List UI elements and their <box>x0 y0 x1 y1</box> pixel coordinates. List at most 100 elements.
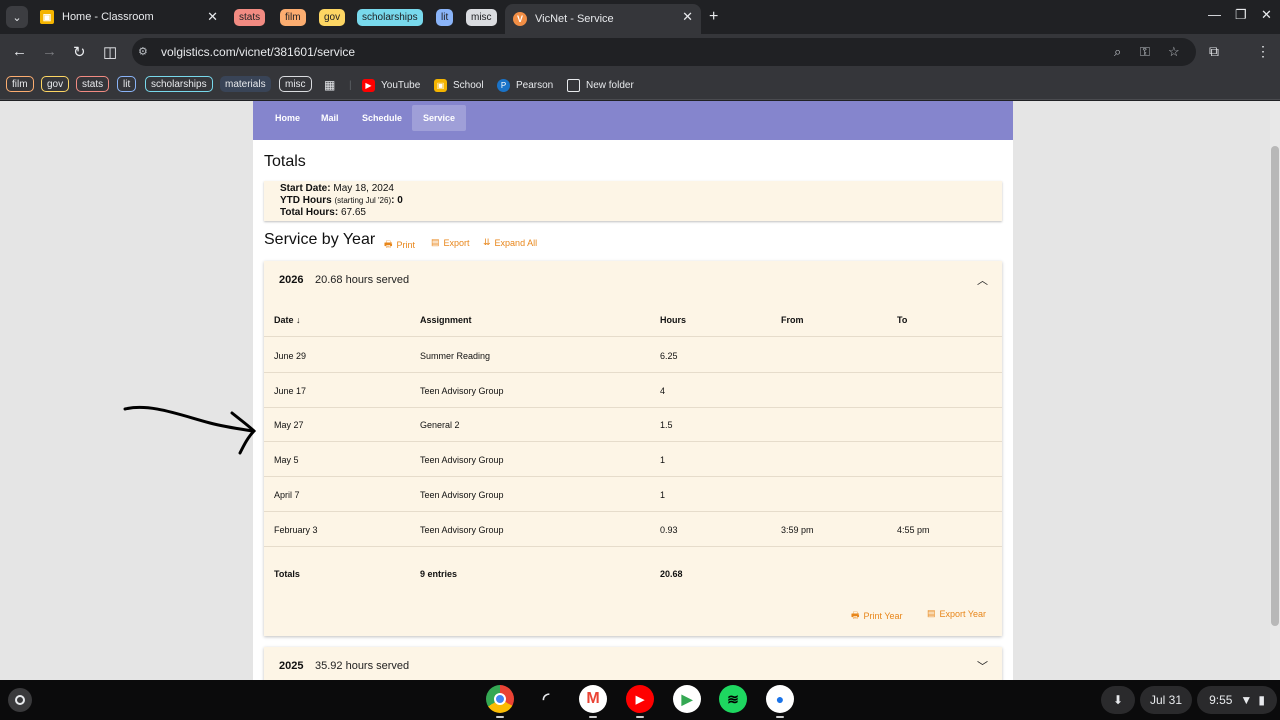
address-bar[interactable]: ⚙ volgistics.com/vicnet/381601/service ⌕… <box>132 38 1196 66</box>
vicnet-icon: V <box>513 12 527 26</box>
os-shelf: ◜ M ▶ ▶ ≋ ● ⬇ Jul 31 9:55 ▼ ▮ <box>0 680 1280 720</box>
bookmark-group-stats[interactable]: stats <box>76 76 110 92</box>
tab-group-lit[interactable]: lit <box>436 9 454 26</box>
site-info-icon[interactable]: ⚙ <box>138 45 148 58</box>
table-header-row: Date ↓ Assignment Hours From To <box>264 302 1002 337</box>
chevron-up-icon[interactable]: ︿ <box>977 272 988 288</box>
apps-button[interactable]: ▦ <box>324 77 335 93</box>
close-icon[interactable]: ✕ <box>682 9 693 25</box>
date-tray[interactable]: Jul 31 <box>1140 686 1192 714</box>
new-tab-button[interactable]: + <box>709 8 718 26</box>
tab-title: VicNet - Service <box>535 13 614 25</box>
column-hours: Hours <box>660 315 687 325</box>
bookmark-group-misc[interactable]: misc <box>279 76 312 92</box>
table-totals-row: Totals 9 entries 20.68 <box>274 569 683 579</box>
puzzle-icon: ⧉ <box>1209 43 1219 59</box>
folder-icon <box>567 78 580 92</box>
tote-button[interactable]: ⬇ <box>1101 686 1135 714</box>
year-panel-2025[interactable]: 2025 35.92 hours served ﹀ <box>264 647 1002 680</box>
wifi-icon: ▼ <box>1240 693 1253 707</box>
bookmark-youtube[interactable]: ▶ YouTube <box>362 77 420 93</box>
running-indicator <box>589 716 597 718</box>
year-panel-header[interactable]: 2026 20.68 hours served ︿ <box>264 261 1002 299</box>
bookmark-school[interactable]: ▣ School <box>434 77 484 93</box>
printer-icon: 🖶 <box>851 610 860 620</box>
tab-group-stats[interactable]: stats <box>234 9 266 26</box>
close-icon: ✕ <box>1261 7 1272 22</box>
page-viewport: Home Mail Schedule Service Totals Start … <box>0 101 1280 680</box>
launcher-icon <box>15 695 25 705</box>
minimize-button[interactable]: — <box>1208 7 1221 22</box>
table-row: February 3 Teen Advisory Group 0.93 3:59… <box>264 512 1002 547</box>
bookmark-new-folder[interactable]: New folder <box>567 77 634 93</box>
plus-icon: + <box>709 8 719 25</box>
classroom-icon: ▣ <box>434 78 447 92</box>
cast-icon[interactable]: ◜ <box>532 685 560 713</box>
year-panel-2026: 2026 20.68 hours served ︿ Date ↓ Assignm… <box>264 261 1002 636</box>
table-row: April 7 Teen Advisory Group 1 <box>264 477 1002 512</box>
tab-classroom[interactable]: ▣ Home - Classroom ✕ <box>32 4 226 30</box>
nav-schedule[interactable]: Schedule <box>351 105 413 131</box>
forward-button[interactable]: → <box>42 43 57 60</box>
extensions-button[interactable]: ⧉ <box>1209 43 1219 60</box>
nav-mail[interactable]: Mail <box>310 105 350 131</box>
youtube-icon: ▶ <box>362 78 375 92</box>
ytd-hours-line: YTD Hours (starting Jul '26): 0 <box>280 195 403 206</box>
launcher-button[interactable] <box>8 688 32 712</box>
export-year-button[interactable]: ▤ Export Year <box>927 608 986 619</box>
year-hours-served: 20.68 hours served <box>315 274 410 286</box>
page-scrollbar[interactable] <box>1270 101 1280 680</box>
site-nav: Home Mail Schedule Service <box>253 101 1013 140</box>
bookmark-group-lit[interactable]: lit <box>117 76 137 92</box>
bookmark-group-scholarships[interactable]: scholarships <box>145 76 213 92</box>
running-indicator <box>636 716 644 718</box>
export-button[interactable]: ▤ Export <box>431 237 470 248</box>
gmail-icon[interactable]: M <box>579 685 607 713</box>
close-window-button[interactable]: ✕ <box>1261 7 1272 23</box>
browser-toolbar: ← → ↻ ◫ ⚙ volgistics.com/vicnet/381601/s… <box>0 34 1280 70</box>
pearson-icon: P <box>497 78 510 92</box>
bookmark-pearson[interactable]: P Pearson <box>497 77 553 93</box>
year-label: 2026 <box>279 274 304 286</box>
print-year-button[interactable]: 🖶 Print Year <box>851 608 903 624</box>
scrollbar-thumb[interactable] <box>1271 146 1279 626</box>
reload-icon: ↻ <box>73 44 86 61</box>
expand-all-button[interactable]: ⇊ Expand All <box>483 237 537 248</box>
reload-button[interactable]: ↻ <box>73 43 86 61</box>
bookmark-separator: | <box>349 79 352 91</box>
tab-group-gov[interactable]: gov <box>319 9 346 26</box>
tab-strip: ⌄ ▣ Home - Classroom ✕ stats film gov sc… <box>0 0 1280 34</box>
arrow-down-icon: ↓ <box>296 315 301 325</box>
url-text[interactable]: volgistics.com/vicnet/381601/service <box>161 45 355 59</box>
status-tray[interactable]: 9:55 ▼ ▮ <box>1197 686 1277 714</box>
zoom-icon[interactable]: ⌕ <box>1114 44 1121 60</box>
chrome-icon[interactable] <box>486 685 514 713</box>
bookmark-star-icon[interactable]: ☆ <box>1168 44 1180 60</box>
nav-service[interactable]: Service <box>412 105 467 131</box>
start-date-line: Start Date: May 18, 2024 <box>280 183 394 194</box>
bookmark-group-gov[interactable]: gov <box>41 76 70 92</box>
messages-icon[interactable]: ● <box>766 685 794 713</box>
tab-search-button[interactable]: ⌄ <box>6 6 28 28</box>
menu-button[interactable]: ⋮ <box>1256 43 1270 60</box>
side-panel-button[interactable]: ◫ <box>103 43 117 61</box>
bookmark-group-film[interactable]: film <box>6 76 34 92</box>
restore-button[interactable]: ❐ <box>1235 7 1247 23</box>
bookmark-group-materials[interactable]: materials <box>220 76 271 92</box>
year-hours-served: 35.92 hours served <box>315 660 410 672</box>
close-icon[interactable]: ✕ <box>207 9 218 25</box>
tab-vicnet-service[interactable]: V VicNet - Service ✕ <box>505 4 701 34</box>
spotify-icon[interactable]: ≋ <box>719 685 747 713</box>
tab-group-misc[interactable]: misc <box>466 9 497 26</box>
tab-group-film[interactable]: film <box>280 9 306 26</box>
tab-title: Home - Classroom <box>62 11 154 23</box>
back-button[interactable]: ← <box>12 43 27 60</box>
tab-group-scholarships[interactable]: scholarships <box>357 9 423 26</box>
play-store-icon[interactable]: ▶ <box>673 685 701 713</box>
password-key-icon[interactable]: ⚿ <box>1140 44 1150 60</box>
nav-home[interactable]: Home <box>264 105 311 131</box>
chevron-down-icon[interactable]: ﹀ <box>977 658 988 674</box>
print-button[interactable]: 🖶 Print <box>384 237 415 253</box>
youtube-icon[interactable]: ▶ <box>626 685 654 713</box>
column-date[interactable]: Date ↓ <box>274 315 301 325</box>
